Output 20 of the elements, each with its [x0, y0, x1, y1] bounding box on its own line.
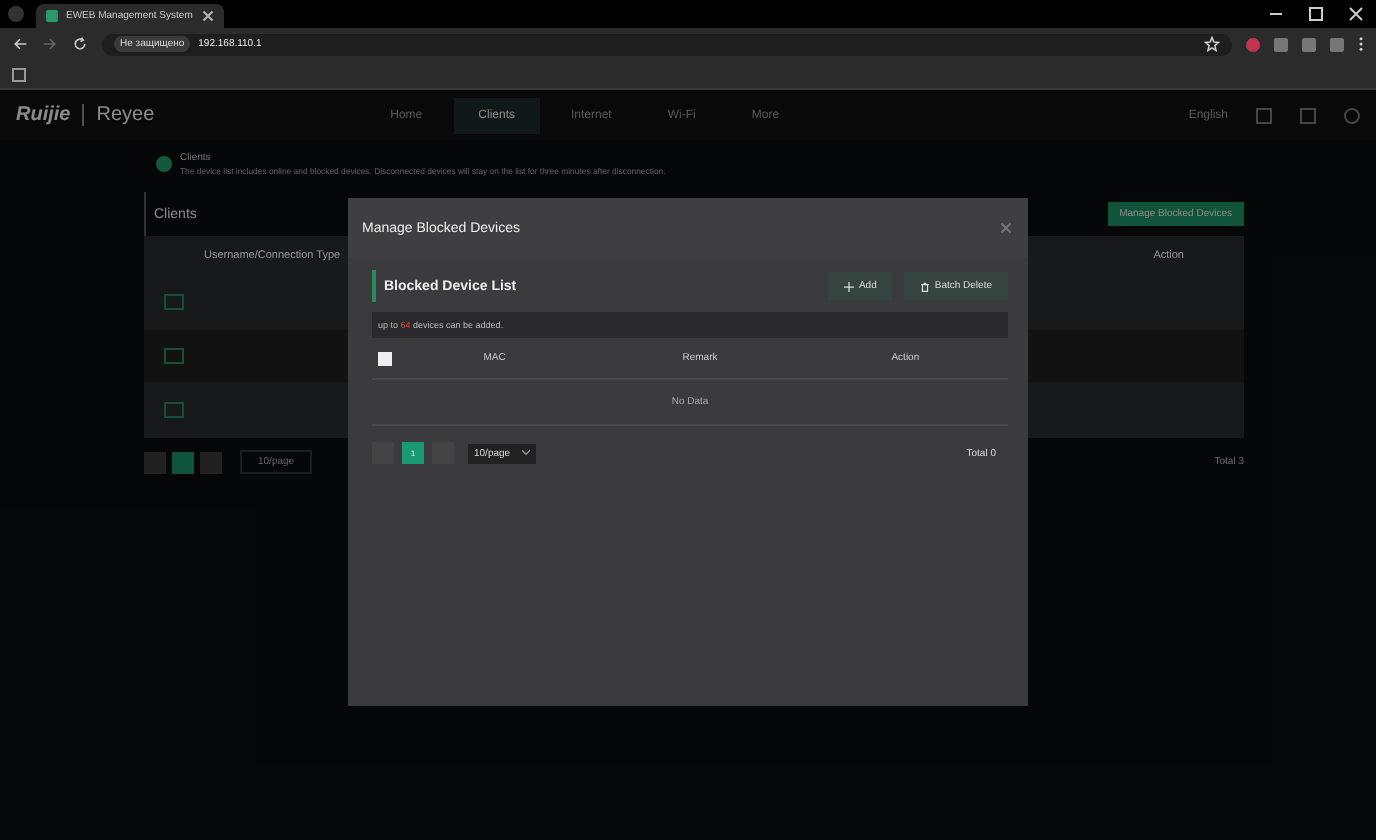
device-icon [164, 348, 184, 364]
forward-icon[interactable] [42, 36, 58, 52]
product-logo: Reyee [96, 104, 155, 126]
caret-icon [522, 450, 531, 456]
select-all-checkbox[interactable] [378, 351, 392, 365]
info-icon [156, 156, 172, 172]
page-button[interactable] [172, 451, 194, 473]
reload-icon[interactable] [72, 36, 88, 52]
star-icon[interactable] [1204, 36, 1220, 52]
device-icon [164, 294, 184, 310]
site-icon [46, 10, 58, 22]
device-icon [164, 402, 184, 418]
brand-logo: Ruijie [16, 104, 85, 126]
trash-icon [920, 281, 931, 291]
back-icon[interactable] [12, 36, 28, 52]
plus-icon [844, 281, 855, 291]
more-icon[interactable] [1358, 36, 1364, 52]
close-icon[interactable] [1348, 6, 1364, 22]
maximize-icon[interactable] [1308, 6, 1324, 22]
close-icon[interactable] [202, 10, 214, 22]
